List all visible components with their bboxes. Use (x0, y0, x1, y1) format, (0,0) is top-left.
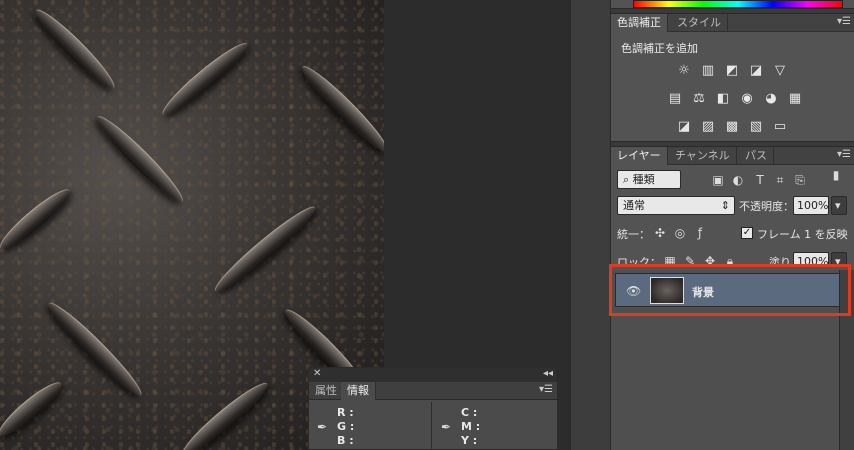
panel-menu-icon[interactable]: ▾☰ (837, 16, 851, 27)
eyedropper-icon: ✒ (441, 420, 452, 434)
layer-filter-bar: ⌕ 種類 ▣ ◐ T ⌗ ⎘ ▮ (617, 168, 847, 190)
panel-dock-strip (570, 0, 610, 450)
info-m-label: M : (461, 420, 481, 433)
tab-styles[interactable]: スタイル (671, 14, 728, 32)
levels-icon[interactable]: ▥ (699, 62, 717, 78)
type-filter-icon[interactable]: T (753, 173, 767, 187)
posterize-icon[interactable]: ▨ (699, 118, 717, 134)
pixel-filter-icon[interactable]: ▣ (711, 173, 725, 187)
black-white-icon[interactable]: ◧ (714, 90, 732, 106)
photo-filter-icon[interactable]: ◉ (738, 90, 756, 106)
info-g-label: G : (337, 420, 355, 433)
gradient-map-icon[interactable]: ▭ (771, 118, 789, 134)
blend-mode-select[interactable]: 通常 ⇕ (617, 196, 735, 215)
tab-channels[interactable]: チャンネル (669, 147, 737, 165)
selective-color-icon[interactable]: ▧ (747, 118, 765, 134)
adjustments-title: 色調補正を追加 (621, 42, 698, 55)
info-panel-titlebar: ✕ ◂◂ (309, 368, 557, 382)
right-panel-dock: 色調補正 スタイル ▾☰ 色調補正を追加 ☼ ▥ ◩ ◪ ▽ ▤ ⚖ ◧ ◉ ◕… (610, 0, 854, 450)
adjustment-icons-row-3: ◪ ▨ ▩ ▧ ▭ (675, 118, 789, 134)
panel-menu-icon[interactable]: ▾☰ (837, 149, 851, 160)
info-divider (431, 402, 432, 450)
channel-mixer-icon[interactable]: ◕ (762, 90, 780, 106)
unify-row: 統一： ✣ ◎ ƒ ✓ フレーム 1 を反映 (617, 226, 849, 244)
adjustments-tabbar: 色調補正 スタイル ▾☰ (611, 14, 854, 32)
blend-row: 通常 ⇕ 不透明度： 100% ▾ (617, 196, 849, 218)
invert-icon[interactable]: ◪ (675, 118, 693, 134)
info-c-label: C : (461, 406, 478, 419)
threshold-icon[interactable]: ▩ (723, 118, 741, 134)
collapse-icon[interactable]: ◂◂ (543, 368, 553, 379)
info-y-label: Y : (461, 434, 478, 447)
unify-position-icon[interactable]: ✣ (653, 226, 667, 240)
close-icon[interactable]: ✕ (313, 368, 321, 379)
info-tabbar: 属性 情報 ▾☰ (309, 382, 557, 400)
tab-adjustments[interactable]: 色調補正 (611, 14, 668, 32)
vibrance-icon[interactable]: ▽ (771, 62, 789, 78)
smart-object-filter-icon[interactable]: ⎘ (793, 173, 807, 187)
panel-menu-icon[interactable]: ▾☰ (539, 384, 553, 395)
info-panel: ✕ ◂◂ 属性 情報 ▾☰ ✒ R : G : B : ✒ C : M : Y … (308, 367, 558, 450)
color-balance-icon[interactable]: ⚖ (690, 90, 708, 106)
color-lookup-icon[interactable]: ▦ (786, 90, 804, 106)
info-r-label: R : (337, 406, 354, 419)
chevron-updown-icon: ⇕ (720, 199, 730, 212)
info-b-label: B : (337, 434, 354, 447)
tab-layers[interactable]: レイヤー (611, 147, 668, 165)
adjustment-icons-row-1: ☼ ▥ ◩ ◪ ▽ (675, 62, 789, 78)
adjustment-filter-icon[interactable]: ◐ (731, 173, 745, 187)
hue-saturation-icon[interactable]: ▤ (666, 90, 684, 106)
propagate-label: フレーム 1 を反映 (757, 228, 848, 241)
filter-toggle-switch[interactable]: ▮ (829, 168, 843, 188)
tab-info[interactable]: 情報 (341, 382, 376, 400)
tab-properties[interactable]: 属性 (309, 382, 344, 400)
filter-kind-select[interactable]: ⌕ 種類 (617, 170, 681, 189)
exposure-icon[interactable]: ◪ (747, 62, 765, 78)
tab-paths[interactable]: パス (739, 147, 774, 165)
blend-mode-value: 通常 (623, 199, 645, 212)
unify-style-icon[interactable]: ƒ (693, 226, 707, 240)
adjustment-icons-row-2: ▤ ⚖ ◧ ◉ ◕ ▦ (666, 90, 804, 106)
propagate-checkbox[interactable]: ✓ (741, 227, 753, 239)
opacity-label: 不透明度： (739, 200, 794, 213)
layers-tabbar: レイヤー チャンネル パス ▾☰ (611, 147, 854, 165)
opacity-dropdown-button[interactable]: ▾ (831, 196, 847, 215)
highlight-annotation (609, 264, 851, 316)
opacity-input[interactable]: 100% (793, 196, 829, 215)
brightness-icon[interactable]: ☼ (675, 62, 693, 78)
shape-filter-icon[interactable]: ⌗ (773, 173, 787, 187)
color-spectrum[interactable] (633, 0, 843, 8)
curves-icon[interactable]: ◩ (723, 62, 741, 78)
eyedropper-icon: ✒ (317, 420, 328, 434)
unify-label: 統一： (617, 228, 650, 241)
unify-visibility-icon[interactable]: ◎ (673, 226, 687, 240)
